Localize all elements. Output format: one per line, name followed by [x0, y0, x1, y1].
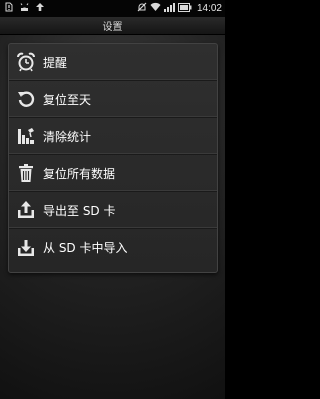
menu-item-reset-day[interactable]: 复位至天: [9, 81, 217, 118]
signal-icon: [163, 2, 175, 15]
status-time: 14:02: [196, 3, 222, 14]
menu-item-export-sd[interactable]: 导出至 SD 卡: [9, 192, 217, 229]
mute-icon: [137, 2, 147, 15]
upload-icon: [35, 2, 45, 15]
content-area: 提醒 复位至天 清除统计 复位所有数据 导出至 SD 卡 从 SD 卡中导入: [0, 35, 225, 399]
page-title: 设置: [102, 22, 123, 33]
menu-item-label: 清除统计: [43, 129, 92, 144]
status-right-icons: 14:02: [137, 2, 225, 15]
import-icon: [15, 237, 37, 259]
menu-item-label: 复位至天: [43, 92, 92, 107]
sim-warning-icon: [4, 2, 14, 15]
clear-chart-icon: [15, 125, 37, 147]
usb-debug-icon: [19, 2, 30, 15]
menu-item-label: 导出至 SD 卡: [43, 203, 116, 218]
menu-item-import-sd[interactable]: 从 SD 卡中导入: [9, 229, 217, 266]
settings-menu: 提醒 复位至天 清除统计 复位所有数据 导出至 SD 卡 从 SD 卡中导入: [8, 43, 218, 273]
menu-item-reset-all[interactable]: 复位所有数据: [9, 155, 217, 192]
status-left-icons: [0, 2, 45, 15]
menu-item-clear-stats[interactable]: 清除统计: [9, 118, 217, 155]
wifi-icon: [150, 2, 161, 15]
export-icon: [15, 199, 37, 221]
menu-item-label: 复位所有数据: [43, 166, 116, 181]
battery-icon: [177, 2, 192, 15]
alarm-clock-icon: [15, 51, 37, 73]
menu-item-label: 从 SD 卡中导入: [43, 241, 128, 255]
title-bar: 设置: [0, 17, 225, 35]
menu-item-reminder[interactable]: 提醒: [9, 44, 217, 81]
menu-item-label: 提醒: [43, 55, 68, 70]
status-bar: 14:02: [0, 0, 225, 17]
reset-arrow-icon: [15, 88, 37, 110]
trash-icon: [15, 162, 37, 184]
